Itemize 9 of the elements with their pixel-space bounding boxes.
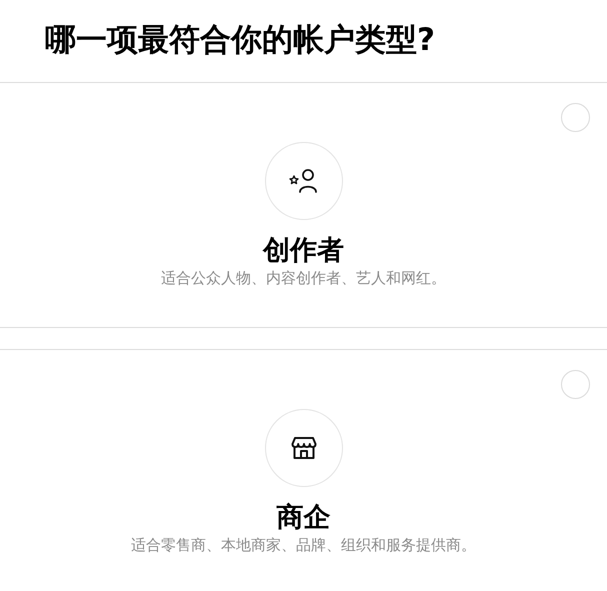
radio-button[interactable] [561, 370, 590, 399]
option-title: 创作者 [263, 234, 344, 268]
radio-button[interactable] [561, 103, 590, 132]
person-star-icon [288, 168, 318, 194]
option-description: 适合公众人物、内容创作者、艺人和网红。 [161, 268, 446, 288]
option-title: 商企 [276, 501, 330, 535]
page-title: 哪一项最符合你的帐户类型? [0, 0, 607, 83]
storefront-icon [290, 436, 316, 460]
option-description: 适合零售商、本地商家、品牌、组织和服务提供商。 [131, 535, 476, 555]
